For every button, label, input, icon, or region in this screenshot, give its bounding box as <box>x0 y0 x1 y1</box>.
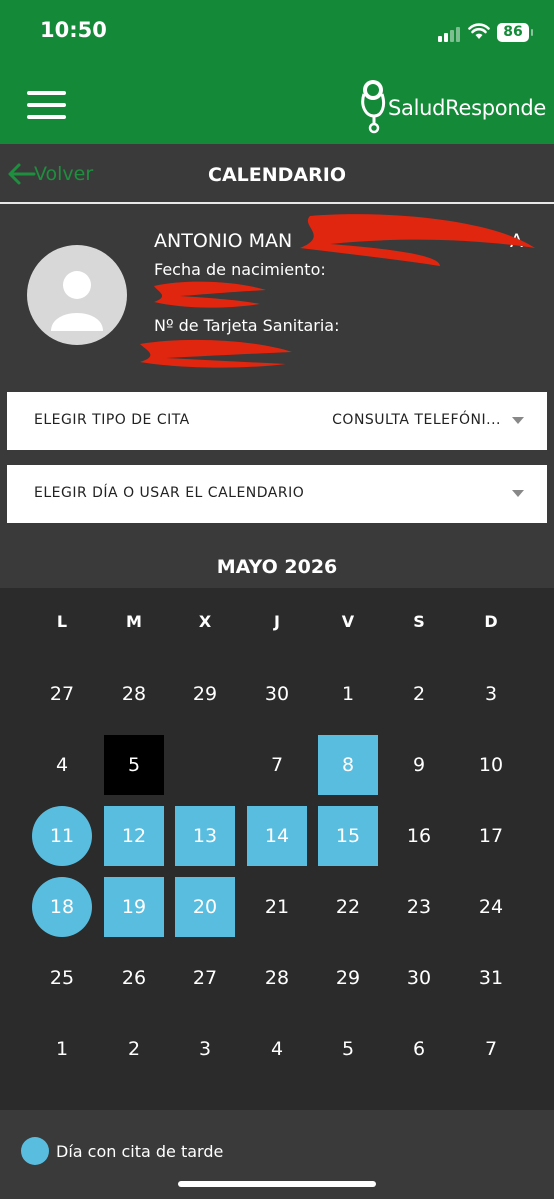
calendar-day: 6 <box>412 1038 426 1060</box>
weekday-header: M <box>126 612 142 631</box>
logo-text: SaludResponde <box>388 96 547 120</box>
chevron-down-icon <box>512 490 524 497</box>
afternoon-legend-label: Día con cita de tarde <box>56 1142 224 1161</box>
calendar-day: 23 <box>406 896 432 918</box>
calendar-day: 16 <box>406 825 432 847</box>
patient-name-text: ANTONIO MAN <box>154 230 293 252</box>
hamburger-icon[interactable] <box>27 91 66 119</box>
weekday-header: J <box>274 612 280 631</box>
calendar-day: 9 <box>412 754 426 776</box>
patient-name: ANTONIO MAN <box>154 230 292 252</box>
weekday-header: L <box>56 612 68 631</box>
calendar-day-available[interactable]: 20 <box>175 877 235 937</box>
calendar-day-available[interactable]: 13 <box>175 806 235 866</box>
calendar-day: 21 <box>264 896 290 918</box>
status-bar: 10:50 86 <box>0 0 554 64</box>
calendar-day: 2 <box>127 1038 141 1060</box>
calendar-day: 29 <box>192 683 218 705</box>
calendar-day: 24 <box>478 896 504 918</box>
day-select[interactable]: ELEGIR DÍA O USAR EL CALENDARIO <box>7 465 547 523</box>
calendar-day: 30 <box>264 683 290 705</box>
avatar <box>27 245 127 345</box>
calendar-day: 2 <box>412 683 426 705</box>
patient-profile: ANTONIO MAN A Fecha de nacimiento: Nº de… <box>0 206 554 386</box>
calendar-day: 5 <box>341 1038 355 1060</box>
nav-bar: Volver CALENDARIO <box>0 144 554 204</box>
calendar-grid: L M X J V S D 27 28 29 30 1 2 3 4 5 7 8 9 10 11 12 13 14 15 16 17 1… <box>0 588 554 1110</box>
afternoon-legend-dot <box>21 1137 49 1165</box>
calendar-day-selected[interactable]: 5 <box>104 735 164 795</box>
calendar-day: 4 <box>270 1038 284 1060</box>
calendar-day: 28 <box>264 967 290 989</box>
wifi-icon <box>468 23 490 39</box>
appointment-type-value: CONSULTA TELEFÓNI... <box>332 412 501 428</box>
weekday-header: D <box>484 612 498 631</box>
calendar-day-available[interactable]: 14 <box>247 806 307 866</box>
page-title: CALENDARIO <box>208 164 346 186</box>
calendar-day: 1 <box>55 1038 69 1060</box>
appointment-type-label: ELEGIR TIPO DE CITA <box>34 412 190 428</box>
health-card-label: Nº de Tarjeta Sanitaria: <box>154 316 340 335</box>
calendar-day: 10 <box>478 754 504 776</box>
calendar-day: 28 <box>121 683 147 705</box>
calendar-day: 4 <box>55 754 69 776</box>
home-indicator <box>178 1181 376 1187</box>
calendar-day: 17 <box>478 825 504 847</box>
redaction-mark <box>300 214 535 266</box>
calendar-day: 7 <box>270 754 284 776</box>
calendar-day: 27 <box>49 683 75 705</box>
battery-icon: 86 <box>497 23 533 42</box>
weekday-header: V <box>341 612 355 631</box>
calendar-day: 31 <box>478 967 504 989</box>
redaction-mark <box>140 339 292 368</box>
calendar-day-available[interactable]: 12 <box>104 806 164 866</box>
app-logo: SaludResponde <box>356 76 546 134</box>
chevron-down-icon <box>512 417 524 424</box>
calendar-day-available[interactable]: 8 <box>318 735 378 795</box>
weekday-header: X <box>198 612 212 631</box>
calendar-day: 7 <box>484 1038 498 1060</box>
calendar-day-available[interactable]: 19 <box>104 877 164 937</box>
app-header: SaludResponde <box>0 64 554 144</box>
cellular-signal-icon <box>438 26 462 42</box>
calendar-day-available[interactable]: 11 <box>32 806 92 866</box>
calendar-day: 3 <box>484 683 498 705</box>
calendar-day: 29 <box>335 967 361 989</box>
calendar-day: 27 <box>192 967 218 989</box>
calendar-day: 25 <box>49 967 75 989</box>
appointment-type-select[interactable]: ELEGIR TIPO DE CITA CONSULTA TELEFÓNI... <box>7 392 547 450</box>
user-placeholder-icon <box>51 271 103 331</box>
status-time: 10:50 <box>40 18 107 42</box>
redaction-mark <box>154 281 266 308</box>
calendar-day: 26 <box>121 967 147 989</box>
day-select-label: ELEGIR DÍA O USAR EL CALENDARIO <box>34 485 305 501</box>
calendar-day: 3 <box>198 1038 212 1060</box>
calendar-day: 1 <box>341 683 355 705</box>
calendar-day-available[interactable]: 15 <box>318 806 378 866</box>
calendar-day: 30 <box>406 967 432 989</box>
weekday-header: S <box>413 612 425 631</box>
calendar-day <box>175 735 235 795</box>
calendar-day-available[interactable]: 18 <box>32 877 92 937</box>
calendar-month-title: MAYO 2026 <box>216 556 338 578</box>
calendar-day: 22 <box>335 896 361 918</box>
